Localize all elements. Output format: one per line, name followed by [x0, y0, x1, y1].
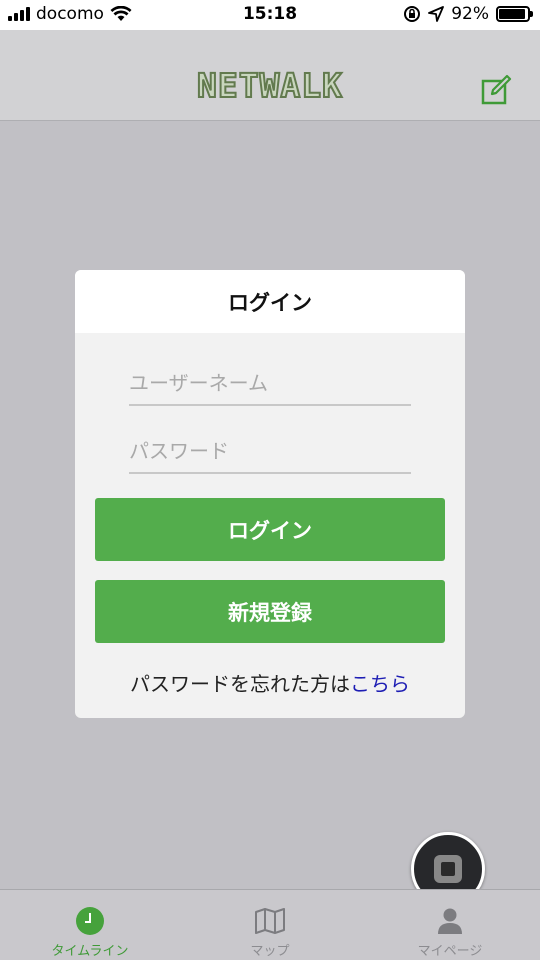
location-arrow-icon: [428, 6, 445, 22]
password-input[interactable]: [129, 404, 411, 472]
login-dialog: ログイン ログイン 新規登録 パスワードを忘れた方はこちら: [75, 270, 465, 718]
tab-map[interactable]: マップ: [180, 890, 360, 960]
tab-bar: タイムライン マップ マイページ: [0, 889, 540, 960]
tab-mypage[interactable]: マイページ: [360, 890, 540, 960]
tab-timeline[interactable]: タイムライン: [0, 890, 180, 960]
forgot-password-text: パスワードを忘れた方は: [130, 672, 350, 696]
dialog-title: ログイン: [75, 270, 465, 333]
compose-icon[interactable]: [480, 74, 512, 106]
tab-map-label: マップ: [250, 944, 290, 959]
username-input[interactable]: [129, 336, 411, 404]
forgot-password-link[interactable]: こちら: [350, 672, 410, 696]
status-bar: docomo 15:18 92%: [0, 0, 540, 30]
tab-timeline-label: タイムライン: [51, 944, 129, 959]
login-button[interactable]: ログイン: [95, 498, 445, 561]
username-field: [129, 336, 411, 406]
clock-icon: [75, 906, 105, 936]
password-field: [129, 404, 411, 474]
map-icon: [255, 906, 285, 936]
nav-bar: NETWALK: [0, 30, 540, 121]
app-logo: NETWALK: [196, 65, 344, 106]
stop-icon: [434, 855, 462, 883]
person-icon: [435, 906, 465, 936]
rotation-lock-icon: [404, 6, 421, 22]
battery-fill: [499, 9, 525, 19]
battery-icon: [496, 6, 533, 22]
battery-percent: 92%: [451, 4, 489, 24]
register-button[interactable]: 新規登録: [95, 580, 445, 643]
forgot-password-row: パスワードを忘れた方はこちら: [75, 668, 465, 697]
status-right: 92%: [403, 4, 533, 24]
tab-mypage-label: マイページ: [417, 944, 483, 959]
